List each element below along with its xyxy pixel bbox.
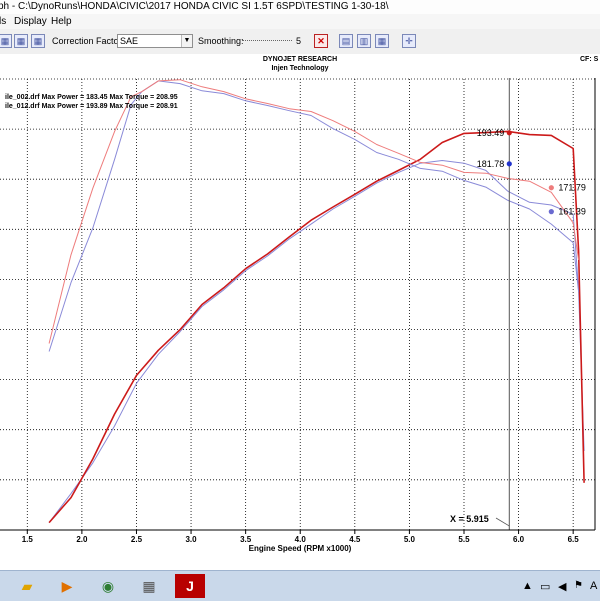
data-point-marker <box>506 161 512 167</box>
smoothing-label: Smoothing: <box>198 36 244 46</box>
taskbar: ▰ ▶ ◉ ▦ J ▲ ▭ ◀ ⚑ A <box>0 570 600 601</box>
x-tick-label: 6.5 <box>568 535 580 544</box>
data-label: 193.49 <box>477 128 505 138</box>
x-tick-label: 3.0 <box>185 535 197 544</box>
correction-factor-label: Correction Factor: <box>52 36 125 46</box>
graph-tool-icon[interactable]: ▦ <box>0 34 12 48</box>
smoothing-slider[interactable] <box>242 40 292 41</box>
correction-factor-indicator: CF: S <box>580 56 599 63</box>
window-titlebar: ph - C:\DynoRuns\HONDA\CIVIC\2017 HONDA … <box>0 0 600 15</box>
chart-company: DYNOJET RESEARCH <box>262 56 338 63</box>
menu-item-display[interactable]: Display <box>14 14 47 29</box>
smoothing-value: 5 <box>296 36 302 46</box>
x-tick-label: 2.5 <box>131 535 143 544</box>
x-axis-label: Engine Speed (RPM x1000) <box>249 544 352 553</box>
menu-bar: ls Display Help <box>0 14 600 29</box>
menu-item-help[interactable]: Help <box>51 14 72 29</box>
x-tick-label: 4.0 <box>295 535 307 544</box>
cursor-readout: X = 5.915 <box>450 514 489 524</box>
chrome-icon[interactable]: ◉ <box>93 574 123 598</box>
x-tick-label: 5.5 <box>458 535 470 544</box>
graph-view-icon[interactable]: ▤ <box>339 34 353 48</box>
data-label: 181.78 <box>477 159 505 169</box>
network-icon[interactable]: ▭ <box>540 580 550 593</box>
chevron-down-icon[interactable]: ▼ <box>181 35 192 47</box>
data-label: 161.39 <box>558 207 586 217</box>
x-tick-label: 6.0 <box>513 535 525 544</box>
graph-tool-icon[interactable]: ▦ <box>14 34 28 48</box>
x-tick-label: 4.5 <box>349 535 361 544</box>
dyno-chart-area: DYNOJET RESEARCH Injen Technology CF: S … <box>0 54 600 583</box>
graph-tool-icon[interactable]: ▦ <box>31 34 45 48</box>
legend-entry: ile_002.drf Max Power = 183.45 Max Torqu… <box>5 94 178 101</box>
data-point-marker <box>506 130 512 136</box>
correction-factor-value: SAE <box>120 36 139 46</box>
calculator-icon[interactable]: ▦ <box>134 574 164 598</box>
toolbar: ▦ ▦ ▦ Correction Factor: SAE ▼ Smoothing… <box>0 29 600 55</box>
data-point-marker <box>548 185 554 191</box>
x-tick-label: 1.5 <box>22 535 34 544</box>
x-tick-label: 2.0 <box>76 535 88 544</box>
close-graph-icon[interactable]: ✕ <box>314 34 328 48</box>
x-tick-label: 5.0 <box>404 535 416 544</box>
data-label: 171.79 <box>558 183 586 193</box>
graph-view-icon[interactable]: ▦ <box>375 34 389 48</box>
flag-icon[interactable]: ⚑ <box>574 580 583 591</box>
tray-language[interactable]: A <box>590 580 597 592</box>
volume-icon[interactable]: ◀ <box>558 580 566 593</box>
correction-factor-select[interactable]: SAE ▼ <box>117 34 193 48</box>
dynojet-app-icon[interactable]: J <box>175 574 205 598</box>
x-tick-label: 3.5 <box>240 535 252 544</box>
window-title: ph - C:\DynoRuns\HONDA\CIVIC\2017 HONDA … <box>0 1 389 12</box>
show-hidden-icons-icon[interactable]: ▲ <box>522 580 533 592</box>
media-player-icon[interactable]: ▶ <box>52 574 82 598</box>
menu-item-tools[interactable]: ls <box>0 14 6 29</box>
dyno-chart[interactable]: 193.49 181.78 171.79 161.39 1.5 2.0 2.5 3.0 3.5… <box>0 54 600 583</box>
data-point-marker <box>548 209 554 215</box>
graph-view-icon[interactable]: ▥ <box>357 34 371 48</box>
file-explorer-icon[interactable]: ▰ <box>12 574 42 598</box>
legend-entry: ile_012.drf Max Power = 193.89 Max Torqu… <box>5 103 178 110</box>
crosshair-icon[interactable]: ✛ <box>402 34 416 48</box>
chart-subtitle: Injen Technology <box>271 65 329 72</box>
